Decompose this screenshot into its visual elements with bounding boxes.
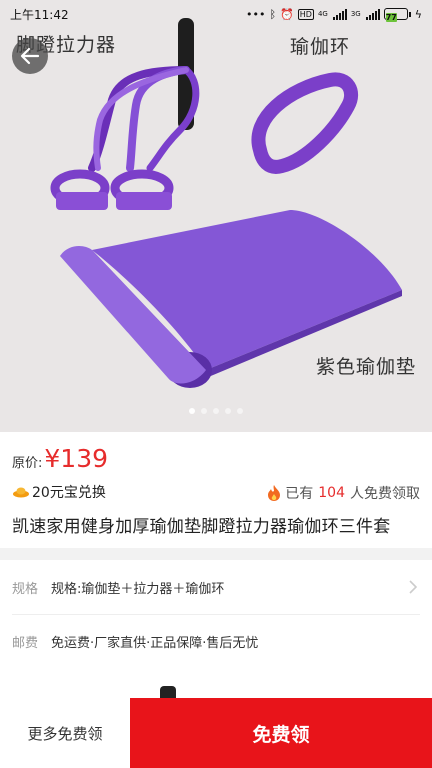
hero-label-yoga-ring: 瑜伽环 bbox=[290, 36, 351, 58]
network-type-2: 3G bbox=[350, 9, 361, 18]
network-type-1: 4G bbox=[317, 9, 328, 18]
spec-key: 邮费 bbox=[12, 635, 39, 651]
arrow-left-icon bbox=[20, 47, 40, 65]
battery-icon: 77 bbox=[383, 8, 411, 22]
claim-free-button[interactable]: 免费领 bbox=[130, 698, 432, 768]
status-icons: ••• ᛒ ⏰ HD 4G 3G 77 ϟ bbox=[245, 7, 422, 22]
product-price: ¥139 bbox=[44, 444, 109, 473]
chevron-right-icon bbox=[409, 580, 418, 594]
price-row: 原价: ¥139 bbox=[12, 444, 108, 473]
spec-key: 规格 bbox=[12, 581, 39, 597]
original-price-label: 原价: bbox=[12, 456, 43, 471]
spec-row-variant[interactable]: 规格 规格:瑜伽垫＋拉力器＋瑜伽环 bbox=[0, 560, 432, 614]
spec-section: 规格 规格:瑜伽垫＋拉力器＋瑜伽环 邮费 免运费·厂家直供·正品保障·售后无忧 bbox=[0, 560, 432, 700]
coin-exchange: 20元宝兑换 bbox=[12, 482, 106, 502]
claimed-prefix: 已有 bbox=[285, 486, 314, 502]
bottom-action-bar: 更多免费领 免费领 bbox=[0, 698, 432, 768]
claimed-count-info: 已有 104 人免费领取 bbox=[267, 483, 420, 503]
battery-level: 77 bbox=[385, 13, 397, 22]
more-free-button[interactable]: 更多免费领 bbox=[0, 698, 130, 768]
status-bar: 上午11:42 ••• ᛒ ⏰ HD 4G 3G 77 ϟ bbox=[0, 0, 432, 28]
product-title: 凯速家用健身加厚瑜伽垫脚蹬拉力器瑜伽环三件套 bbox=[12, 517, 391, 537]
product-image-carousel[interactable]: 脚蹬拉力器 瑜伽环 紫色瑜伽垫 bbox=[0, 0, 432, 432]
back-button[interactable] bbox=[12, 38, 48, 74]
spec-value: 免运费·厂家直供·正品保障·售后无忧 bbox=[51, 635, 259, 651]
signal-icon bbox=[332, 8, 347, 20]
carousel-dot bbox=[213, 408, 219, 414]
yoga-ring-image bbox=[251, 72, 359, 174]
hd-icon: HD bbox=[297, 8, 314, 20]
carousel-dot bbox=[237, 408, 243, 414]
more-dots-icon: ••• bbox=[245, 7, 266, 21]
fire-icon bbox=[268, 485, 281, 501]
alarm-icon: ⏰ bbox=[280, 7, 294, 21]
hero-label-yoga-mat: 紫色瑜伽垫 bbox=[316, 356, 417, 378]
bluetooth-icon: ᛒ bbox=[269, 7, 277, 21]
spec-value: 规格:瑜伽垫＋拉力器＋瑜伽环 bbox=[51, 581, 225, 597]
charging-icon: ϟ bbox=[414, 7, 422, 21]
claimed-count: 104 bbox=[318, 485, 345, 501]
carousel-dot bbox=[189, 408, 195, 414]
carousel-indicator bbox=[0, 408, 432, 414]
carousel-dot bbox=[225, 408, 231, 414]
spec-row-shipping: 邮费 免运费·厂家直供·正品保障·售后无忧 bbox=[0, 614, 432, 668]
status-time: 上午11:42 bbox=[10, 7, 69, 22]
gold-ingot-icon bbox=[13, 487, 29, 498]
carousel-dot bbox=[201, 408, 207, 414]
product-info-section: 原价: ¥139 20元宝兑换 已有 104 人免费领取 凯速家用健身加厚瑜伽垫… bbox=[0, 432, 432, 548]
coin-exchange-text: 20元宝兑换 bbox=[32, 485, 106, 501]
claimed-suffix: 人免费领取 bbox=[350, 486, 420, 502]
signal-icon bbox=[365, 8, 380, 20]
